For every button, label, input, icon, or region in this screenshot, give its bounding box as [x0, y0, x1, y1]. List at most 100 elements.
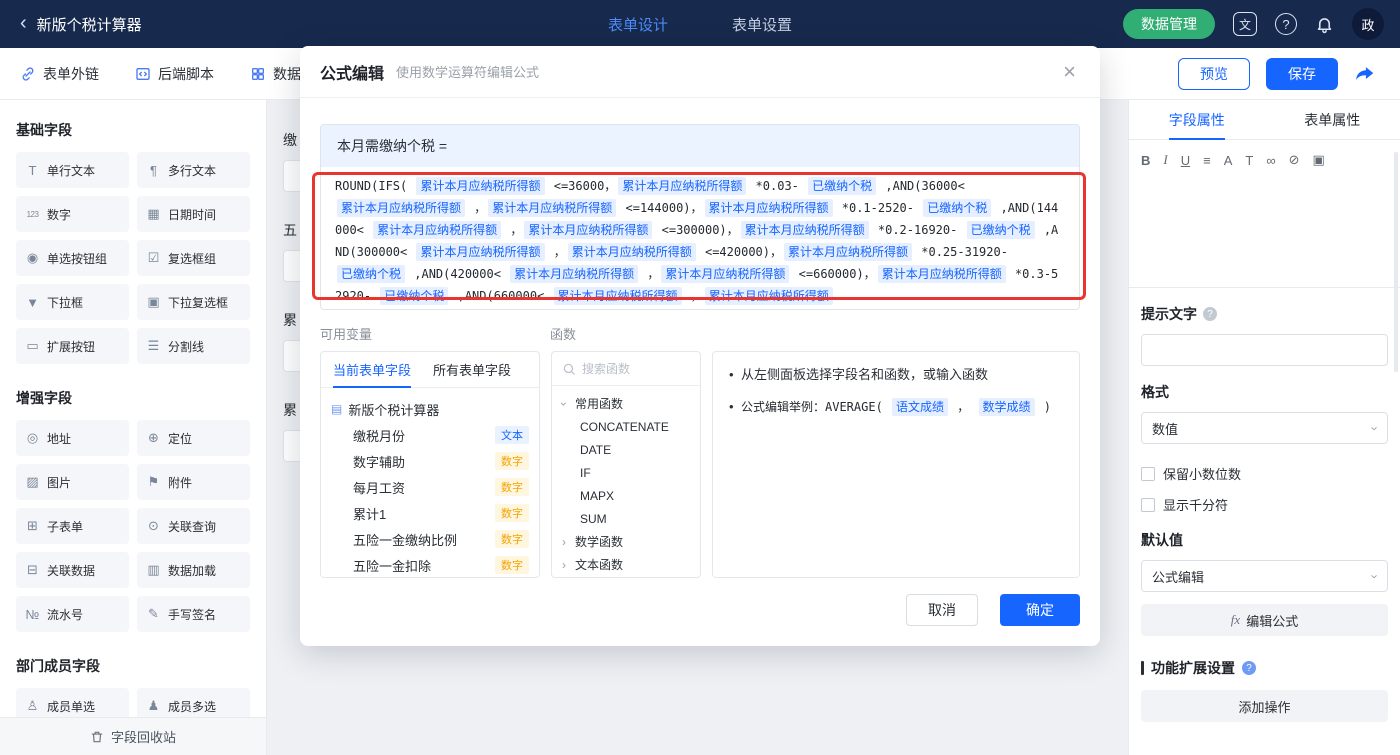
toolbar-item-backend-script[interactable]: 后端脚本: [135, 64, 214, 84]
field-token[interactable]: 已缴纳个税: [808, 177, 876, 195]
field-token[interactable]: 已缴纳个税: [380, 287, 448, 305]
add-action-button[interactable]: 添加操作: [1141, 690, 1388, 722]
close-icon[interactable]: ×: [1063, 61, 1076, 83]
clear-format-icon[interactable]: ⊘: [1289, 152, 1300, 168]
palette-item[interactable]: 123数字: [16, 196, 129, 232]
field-label-editor[interactable]: [1129, 176, 1400, 288]
insert-image-icon[interactable]: ▣: [1313, 152, 1325, 168]
italic-icon[interactable]: I: [1163, 152, 1167, 168]
field-token[interactable]: 已缴纳个税: [337, 265, 405, 283]
field-token[interactable]: 累计本月应纳税所得额: [416, 243, 544, 261]
function-group[interactable]: 常用函数: [562, 392, 690, 415]
data-manage-button[interactable]: 数据管理: [1123, 9, 1215, 39]
field-token[interactable]: 累计本月应纳税所得额: [741, 221, 869, 239]
palette-item[interactable]: ▣下拉复选框: [137, 284, 250, 320]
field-token[interactable]: 累计本月应纳税所得额: [416, 177, 544, 195]
tab-form-design[interactable]: 表单设计: [608, 14, 668, 35]
field-token[interactable]: 累计本月应纳税所得额: [554, 287, 682, 305]
variable-field-row[interactable]: 累计1数字: [331, 500, 529, 526]
bold-icon[interactable]: B: [1141, 153, 1150, 168]
extension-help-icon[interactable]: ?: [1242, 661, 1256, 675]
preview-button[interactable]: 预览: [1178, 58, 1250, 90]
palette-item[interactable]: №流水号: [16, 596, 129, 632]
palette-item[interactable]: ¶多行文本: [137, 152, 250, 188]
field-token[interactable]: 累计本月应纳税所得额: [705, 199, 833, 217]
field-token[interactable]: 已缴纳个税: [923, 199, 991, 217]
palette-item[interactable]: ▦日期时间: [137, 196, 250, 232]
field-token[interactable]: 累计本月应纳税所得额: [568, 243, 696, 261]
palette-item[interactable]: ⊞子表单: [16, 508, 129, 544]
variables-form-node[interactable]: ▤ 新版个税计算器: [331, 396, 529, 422]
field-token[interactable]: 累计本月应纳税所得额: [524, 221, 652, 239]
cancel-button[interactable]: 取消: [906, 594, 978, 626]
palette-item[interactable]: ☰分割线: [137, 328, 250, 364]
language-icon[interactable]: 文: [1233, 12, 1257, 36]
formula-editor-content[interactable]: ROUND(IFS( 累计本月应纳税所得额 <=36000，累计本月应纳税所得额…: [321, 167, 1079, 309]
palette-item[interactable]: ⊕定位: [137, 420, 250, 456]
field-token[interactable]: 累计本月应纳税所得额: [337, 199, 465, 217]
variable-field-row[interactable]: 数字辅助数字: [331, 448, 529, 474]
palette-item[interactable]: ◎地址: [16, 420, 129, 456]
variable-field-row[interactable]: 五险一金扣除数字: [331, 552, 529, 578]
field-token[interactable]: 累计本月应纳税所得额: [510, 265, 638, 283]
tab-form-settings[interactable]: 表单设置: [732, 14, 792, 35]
function-group[interactable]: 文本函数: [562, 553, 690, 576]
field-token[interactable]: 累计本月应纳税所得额: [784, 243, 912, 261]
function-search-input[interactable]: [582, 362, 686, 376]
field-token[interactable]: 累计本月应纳税所得额: [705, 287, 833, 305]
field-token[interactable]: 累计本月应纳税所得额: [373, 221, 501, 239]
function-group[interactable]: 数学函数: [562, 530, 690, 553]
format-select[interactable]: 数值: [1141, 412, 1388, 444]
font-color-icon[interactable]: A: [1224, 153, 1233, 168]
function-item[interactable]: DATE: [562, 438, 690, 461]
help-icon[interactable]: ?: [1275, 13, 1297, 35]
toolbar-item-external-link[interactable]: 表单外链: [20, 64, 99, 84]
field-token[interactable]: 累计本月应纳税所得额: [488, 199, 616, 217]
palette-item[interactable]: ⊟关联数据: [16, 552, 129, 588]
function-item[interactable]: CONCATENATE: [562, 415, 690, 438]
tab-current-form-fields[interactable]: 当前表单字段: [333, 352, 411, 387]
palette-item[interactable]: ▥数据加载: [137, 552, 250, 588]
function-item[interactable]: IF: [562, 461, 690, 484]
function-item[interactable]: SUM: [562, 507, 690, 530]
link-icon[interactable]: ∞: [1266, 153, 1275, 168]
back-button[interactable]: ‹: [20, 12, 27, 35]
palette-item[interactable]: ☑复选框组: [137, 240, 250, 276]
field-token[interactable]: 语文成绩: [892, 398, 948, 416]
hint-help-icon[interactable]: ?: [1203, 307, 1217, 321]
share-icon[interactable]: [1354, 63, 1376, 85]
field-token[interactable]: 数学成绩: [979, 398, 1035, 416]
variable-field-row[interactable]: 缴税月份文本: [331, 422, 529, 448]
field-token[interactable]: 累计本月应纳税所得额: [618, 177, 746, 195]
underline-icon[interactable]: U: [1181, 153, 1190, 168]
field-token[interactable]: 累计本月应纳税所得额: [661, 265, 789, 283]
palette-item[interactable]: ▨图片: [16, 464, 129, 500]
field-token[interactable]: 累计本月应纳税所得额: [878, 265, 1006, 283]
palette-item[interactable]: T单行文本: [16, 152, 129, 188]
tab-field-properties[interactable]: 字段属性: [1129, 100, 1265, 139]
palette-item[interactable]: ✎手写签名: [137, 596, 250, 632]
palette-item[interactable]: ▭扩展按钮: [16, 328, 129, 364]
tab-all-form-fields[interactable]: 所有表单字段: [433, 352, 511, 387]
palette-item[interactable]: ⚑附件: [137, 464, 250, 500]
edit-formula-button[interactable]: fx 编辑公式: [1141, 604, 1388, 636]
decimal-checkbox[interactable]: [1141, 467, 1155, 481]
align-icon[interactable]: ≡: [1203, 153, 1211, 168]
thousand-separator-checkbox[interactable]: [1141, 498, 1155, 512]
function-item[interactable]: MAPX: [562, 484, 690, 507]
panel-scrollbar[interactable]: [1394, 152, 1398, 372]
save-button[interactable]: 保存: [1266, 58, 1338, 90]
notification-bell-icon[interactable]: [1315, 15, 1334, 34]
palette-item[interactable]: ◉单选按钮组: [16, 240, 129, 276]
font-size-icon[interactable]: T: [1245, 153, 1253, 168]
default-value-select[interactable]: 公式编辑: [1141, 560, 1388, 592]
variable-field-row[interactable]: 每月工资数字: [331, 474, 529, 500]
hint-text-input[interactable]: [1141, 334, 1388, 366]
user-avatar[interactable]: 政: [1352, 8, 1384, 40]
variable-field-row[interactable]: 五险一金缴纳比例数字: [331, 526, 529, 552]
field-recycle-bin[interactable]: 字段回收站: [0, 717, 266, 755]
field-token[interactable]: 已缴纳个税: [967, 221, 1035, 239]
palette-item[interactable]: ⊙关联查询: [137, 508, 250, 544]
palette-item[interactable]: ▼下拉框: [16, 284, 129, 320]
confirm-button[interactable]: 确定: [1000, 594, 1080, 626]
